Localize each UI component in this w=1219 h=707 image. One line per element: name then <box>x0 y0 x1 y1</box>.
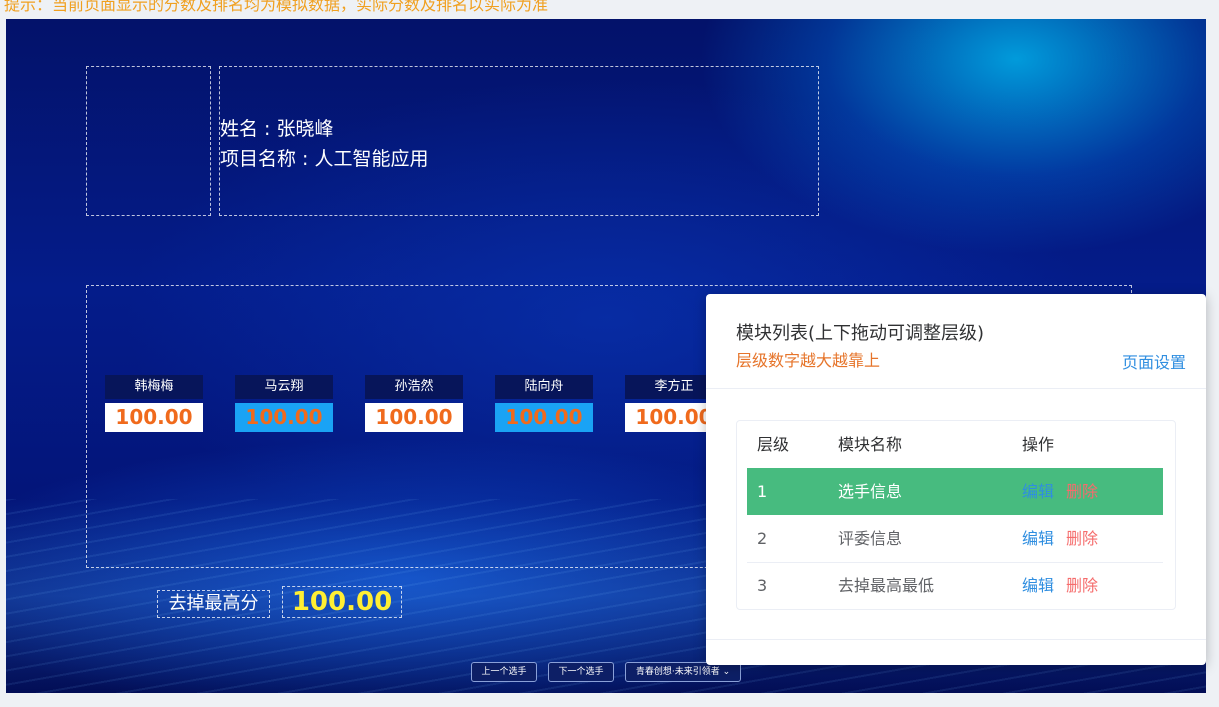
edit-button[interactable]: 编辑 <box>1022 576 1054 595</box>
hint-text: 提示：当前页面显示的分数及排名均为模拟数据，实际分数及排名以实际为准 <box>4 0 549 14</box>
chevron-down-icon: ⌄ <box>722 667 731 677</box>
module-table: 层级 模块名称 操作 1 选手信息 编辑 删除 2 评委信息 编辑 删除 3 去掉最… <box>736 420 1176 610</box>
judge-card: 陆向舟 100.00 <box>495 375 593 432</box>
row-level: 3 <box>757 576 768 595</box>
judge-name: 韩梅梅 <box>105 375 203 399</box>
judge-score: 100.00 <box>365 403 463 432</box>
column-header-actions: 操作 <box>1022 435 1055 454</box>
divider <box>706 639 1206 640</box>
row-module-name: 去掉最高最低 <box>838 576 935 595</box>
row-level: 1 <box>757 482 768 501</box>
table-header: 层级 模块名称 操作 <box>747 421 1163 469</box>
edit-button[interactable]: 编辑 <box>1022 482 1054 501</box>
judge-card: 孙浩然 100.00 <box>365 375 463 432</box>
table-row[interactable]: 2 评委信息 编辑 删除 <box>747 515 1163 563</box>
row-module-name: 选手信息 <box>838 482 903 501</box>
judge-name: 孙浩然 <box>365 375 463 399</box>
column-header-name: 模块名称 <box>838 435 903 454</box>
delete-button[interactable]: 删除 <box>1066 576 1098 595</box>
judge-name: 陆向舟 <box>495 375 593 399</box>
delete-button[interactable]: 删除 <box>1066 482 1098 501</box>
judge-card: 马云翔 100.00 <box>235 375 333 432</box>
player-info-box[interactable]: 姓名 : 张晓峰 项目名称 : 人工智能应用 <box>219 66 819 216</box>
project-select-value: 青春创想·未来引领者 <box>635 667 720 677</box>
table-row[interactable]: 3 去掉最高最低 编辑 删除 <box>747 562 1163 609</box>
next-player-button[interactable]: 下一个选手 <box>548 662 614 682</box>
panel-title: 模块列表(上下拖动可调整层级) <box>736 323 985 344</box>
judge-card: 韩梅梅 100.00 <box>105 375 203 432</box>
panel-subtitle: 层级数字越大越靠上 <box>736 351 881 370</box>
drop-highest-score[interactable]: 100.00 <box>282 586 402 618</box>
drop-highest-label[interactable]: 去掉最高分 <box>157 590 270 618</box>
row-level: 2 <box>757 529 768 548</box>
delete-button[interactable]: 删除 <box>1066 529 1098 548</box>
project-select[interactable]: 青春创想·未来引领者 ⌄ <box>625 662 741 682</box>
module-list-panel: 模块列表(上下拖动可调整层级) 层级数字越大越靠上 页面设置 层级 模块名称 操… <box>706 294 1206 665</box>
table-row[interactable]: 1 选手信息 编辑 删除 <box>747 468 1163 515</box>
player-name: 姓名 : 张晓峰 <box>220 118 334 140</box>
edit-button[interactable]: 编辑 <box>1022 529 1054 548</box>
page-settings-link[interactable]: 页面设置 <box>1122 349 1186 373</box>
divider <box>706 388 1206 389</box>
row-module-name: 评委信息 <box>838 529 903 548</box>
judge-name: 马云翔 <box>235 375 333 399</box>
column-header-level: 层级 <box>757 435 790 454</box>
judge-score: 100.00 <box>105 403 203 432</box>
player-project: 项目名称 : 人工智能应用 <box>220 148 429 170</box>
judge-score: 100.00 <box>495 403 593 432</box>
prev-player-button[interactable]: 上一个选手 <box>471 662 537 682</box>
player-photo-box[interactable] <box>86 66 211 216</box>
judge-score: 100.00 <box>235 403 333 432</box>
